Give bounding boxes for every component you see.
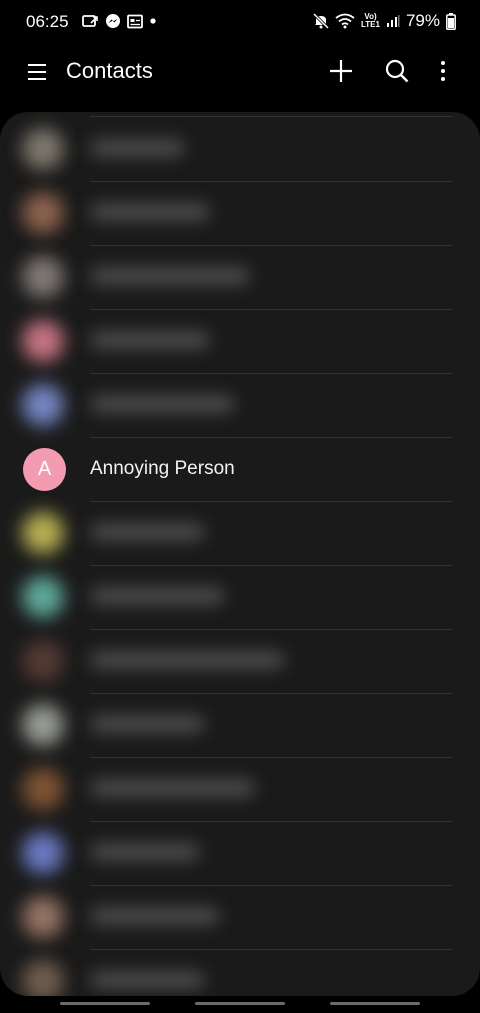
navigation-bar [0, 996, 480, 1013]
row-divider [90, 949, 452, 950]
row-divider [90, 437, 452, 438]
row-divider [90, 565, 452, 566]
status-time: 06:25 [26, 12, 69, 31]
avatar-blurred [22, 704, 64, 746]
contact-name-blurred [90, 971, 205, 989]
status-bar: 06:25 Vo) LTE1 79% [0, 0, 480, 44]
contact-row-obscured[interactable] [0, 693, 480, 757]
contact-row-obscured[interactable] [0, 757, 480, 821]
avatar-blurred [22, 896, 64, 938]
messenger-icon [105, 13, 121, 29]
contact-name-blurred [90, 651, 285, 669]
row-divider [90, 885, 452, 886]
app-bar: Contacts [0, 44, 480, 100]
contact-row-obscured[interactable] [0, 117, 480, 181]
row-divider [90, 821, 452, 822]
menu-button[interactable] [24, 60, 50, 84]
contact-row-obscured[interactable] [0, 245, 480, 309]
contact-name-blurred [90, 139, 185, 157]
row-divider [90, 373, 452, 374]
contact-row-obscured[interactable] [0, 565, 480, 629]
avatar: A [23, 448, 66, 491]
nav-back-handle[interactable] [330, 1002, 420, 1005]
contact-name-blurred [90, 587, 225, 605]
contact-name-blurred [90, 395, 235, 413]
contact-row-obscured[interactable] [0, 629, 480, 693]
avatar-blurred [22, 960, 64, 996]
add-icon [330, 60, 352, 82]
menu-icon [28, 64, 46, 80]
contact-name-blurred [90, 715, 205, 733]
contact-name-blurred [90, 907, 220, 925]
contact-name: Annoying Person [90, 458, 235, 479]
avatar-blurred [22, 512, 64, 554]
avatar-blurred [22, 832, 64, 874]
avatar-blurred [22, 320, 64, 362]
avatar-blurred [22, 640, 64, 682]
contact-row-obscured[interactable] [0, 949, 480, 996]
row-divider [90, 501, 452, 502]
more-icon [441, 61, 445, 81]
row-divider [90, 245, 452, 246]
dot-icon [149, 17, 157, 25]
contact-row-obscured[interactable] [0, 501, 480, 565]
contact-row-obscured[interactable] [0, 885, 480, 949]
battery-icon [446, 12, 456, 30]
notification-icons [82, 13, 157, 29]
contact-name-blurred [90, 779, 255, 797]
contact-name-blurred [90, 843, 200, 861]
avatar-blurred [22, 768, 64, 810]
volte-icon: Vo) LTE1 [361, 13, 380, 29]
nav-home-handle[interactable] [195, 1002, 285, 1005]
contact-row-obscured[interactable] [0, 309, 480, 373]
add-contact-button[interactable] [326, 56, 356, 86]
row-divider [90, 181, 452, 182]
avatar-blurred [22, 192, 64, 234]
missed-call-icon [82, 14, 99, 29]
contact-name-blurred [90, 203, 210, 221]
contact-row-annoying-person[interactable]: A Annoying Person [0, 437, 480, 501]
nav-recents-handle[interactable] [60, 1002, 150, 1005]
row-divider [90, 757, 452, 758]
search-button[interactable] [382, 56, 412, 86]
contact-row-obscured[interactable] [0, 373, 480, 437]
row-divider [90, 693, 452, 694]
avatar-blurred [22, 256, 64, 298]
mute-icon [313, 13, 329, 29]
battery-percentage: 79% [405, 11, 440, 30]
page-title: Contacts [66, 58, 153, 83]
row-divider [90, 309, 452, 310]
more-options-button[interactable] [428, 56, 458, 86]
system-icons: Vo) LTE1 79% [313, 11, 456, 31]
contact-name-blurred [90, 331, 210, 349]
contact-name-blurred [90, 267, 250, 285]
contact-row-obscured[interactable] [0, 821, 480, 885]
signal-icon [386, 14, 400, 28]
calendar-icon [127, 14, 143, 29]
contact-name-blurred [90, 523, 205, 541]
volte-label-bottom: LTE1 [361, 20, 380, 29]
contacts-list[interactable]: A Annoying Person [0, 112, 480, 996]
avatar-initial: A [37, 458, 52, 480]
search-icon [385, 59, 409, 83]
avatar-blurred [22, 128, 64, 170]
contact-row-obscured[interactable] [0, 181, 480, 245]
wifi-icon [335, 13, 355, 29]
avatar-blurred [22, 576, 64, 618]
avatar-blurred [22, 384, 64, 426]
row-divider [90, 629, 452, 630]
